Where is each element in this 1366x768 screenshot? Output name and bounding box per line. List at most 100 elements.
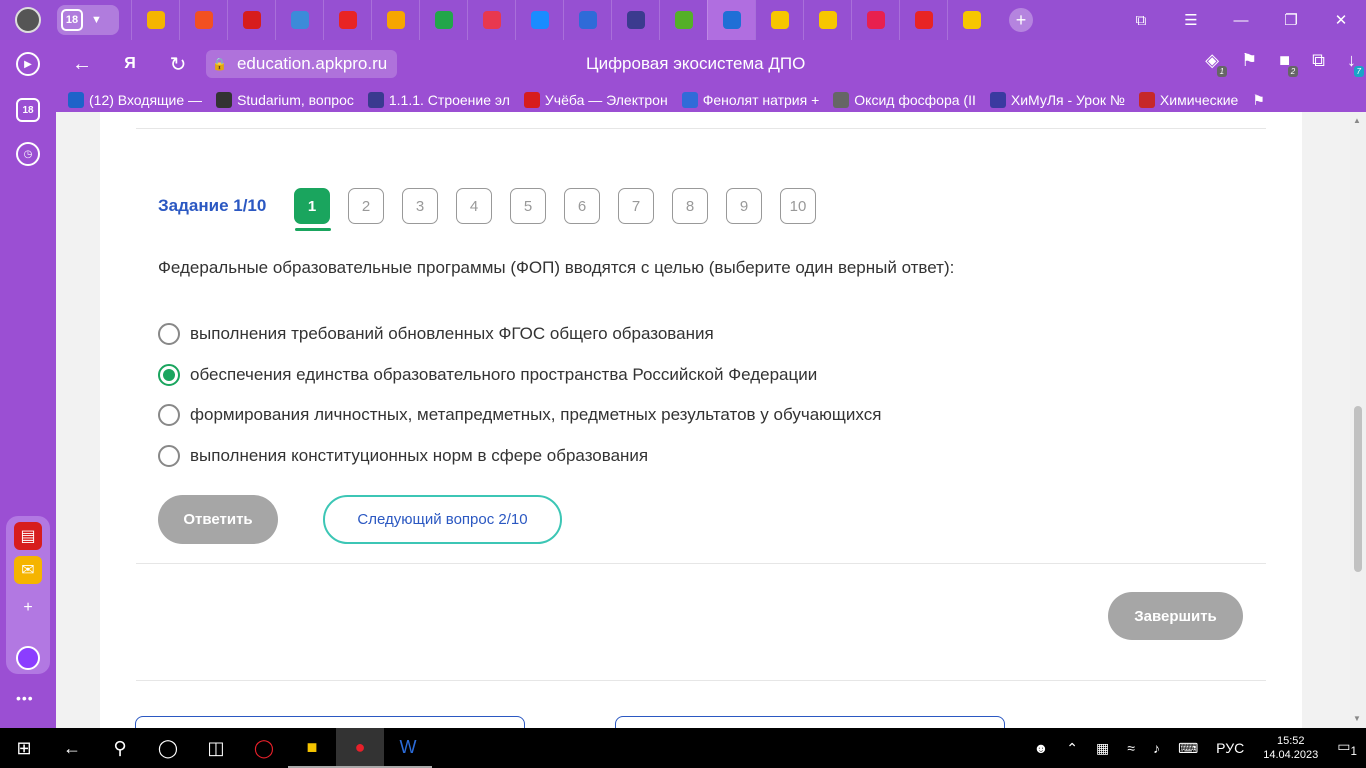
add-app-icon[interactable]: + bbox=[14, 594, 42, 622]
browser-tab[interactable] bbox=[755, 0, 803, 40]
notifications-icon[interactable]: ▭1 bbox=[1328, 738, 1366, 758]
bookmark-item[interactable]: (12) Входящие — bbox=[68, 92, 202, 108]
browser-tab[interactable] bbox=[899, 0, 947, 40]
scroll-up-icon[interactable]: ▲ bbox=[1353, 116, 1361, 125]
new-tab-button[interactable]: + bbox=[1009, 8, 1033, 32]
people-icon[interactable]: ☻ bbox=[1025, 740, 1058, 756]
radio-button[interactable] bbox=[158, 363, 180, 386]
browser-tab[interactable] bbox=[707, 0, 755, 40]
browser-tab[interactable] bbox=[803, 0, 851, 40]
question-number-button[interactable]: 8 bbox=[672, 188, 708, 224]
minimize-button[interactable]: — bbox=[1216, 0, 1266, 40]
question-number-button[interactable]: 10 bbox=[780, 188, 816, 224]
reload-icon[interactable]: ↻ bbox=[162, 52, 194, 77]
scroll-thumb[interactable] bbox=[1354, 406, 1362, 572]
question-number-button[interactable]: 6 bbox=[564, 188, 600, 224]
browser-tab[interactable] bbox=[275, 0, 323, 40]
keyboard-icon[interactable]: ⌨ bbox=[1169, 740, 1207, 757]
download-icon[interactable]: ↓ 7 bbox=[1347, 50, 1364, 77]
bookmark-item[interactable]: Учёба — Электрон bbox=[523, 92, 668, 108]
task-label: Задание 1/10 bbox=[158, 196, 267, 215]
browser-tab[interactable] bbox=[227, 0, 275, 40]
tabs-overview-icon[interactable]: ⧉ bbox=[1116, 0, 1166, 40]
answer-option[interactable]: обеспечения единства образовательного пр… bbox=[158, 355, 881, 396]
mail-app-icon[interactable]: ✉ bbox=[14, 556, 42, 584]
doc-app-icon[interactable]: ▤ bbox=[14, 522, 42, 550]
bookmark-item[interactable]: Химические bbox=[1138, 92, 1238, 108]
bookmark-item[interactable]: Studarium, вопрос bbox=[216, 92, 354, 108]
radio-button[interactable] bbox=[158, 323, 180, 346]
radio-button[interactable] bbox=[158, 444, 180, 467]
browser-tab[interactable] bbox=[611, 0, 659, 40]
play-icon[interactable]: ▶ bbox=[16, 52, 40, 76]
more-icon[interactable]: ••• bbox=[16, 690, 34, 706]
answer-option[interactable]: выполнения требований обновленных ФГОС о… bbox=[158, 314, 881, 355]
browser-tab[interactable] bbox=[419, 0, 467, 40]
radio-button[interactable] bbox=[158, 404, 180, 427]
question-number-button[interactable]: 3 bbox=[402, 188, 438, 224]
tab-count-button[interactable]: 18 ▼ bbox=[57, 5, 119, 35]
finish-button[interactable]: Завершить bbox=[1108, 592, 1243, 640]
book-icon bbox=[674, 11, 693, 29]
collections-icon[interactable]: ⧉ bbox=[1312, 50, 1325, 71]
clock[interactable]: 15:52 14.04.2023 bbox=[1253, 734, 1328, 762]
volume-icon[interactable]: ♪ bbox=[1144, 740, 1169, 756]
answer-option[interactable]: выполнения конституционных норм в сфере … bbox=[158, 436, 881, 477]
browser-tab[interactable] bbox=[947, 0, 995, 40]
browser-tab[interactable] bbox=[851, 0, 899, 40]
back-icon[interactable]: ← bbox=[66, 53, 98, 76]
close-button[interactable]: ✕ bbox=[1316, 0, 1366, 40]
back-icon[interactable]: ← bbox=[48, 728, 96, 768]
browser-tab[interactable] bbox=[563, 0, 611, 40]
browser-tab[interactable] bbox=[131, 0, 179, 40]
extension-icon[interactable]: ◈ 1 bbox=[1205, 50, 1228, 77]
question-number-button[interactable]: 4 bbox=[456, 188, 492, 224]
opera-icon[interactable]: ◯ bbox=[240, 728, 288, 768]
history-icon[interactable]: ◷ bbox=[16, 142, 40, 166]
wifi-icon[interactable]: ≈ bbox=[1118, 740, 1144, 756]
word-icon[interactable]: W bbox=[384, 728, 432, 768]
yandex-icon[interactable]: Я bbox=[114, 55, 146, 73]
scroll-down-icon[interactable]: ▼ bbox=[1353, 714, 1361, 723]
browser-tab[interactable] bbox=[659, 0, 707, 40]
security-icon[interactable]: ▦ bbox=[1087, 740, 1118, 757]
menu-icon[interactable]: ☰ bbox=[1166, 0, 1216, 40]
bookmark-icon[interactable]: ⚑ bbox=[1241, 50, 1257, 71]
file-explorer-icon[interactable]: ■ bbox=[288, 728, 336, 768]
bookmark-item[interactable]: Фенолят натрия + bbox=[681, 92, 819, 108]
question-number-button[interactable]: 5 bbox=[510, 188, 546, 224]
answer-button[interactable]: Ответить bbox=[158, 495, 278, 544]
cortana-icon[interactable]: ◯ bbox=[144, 728, 192, 768]
browser-tab[interactable] bbox=[467, 0, 515, 40]
bookmark-item[interactable]: Оксид фосфора (II bbox=[833, 92, 976, 108]
question-number-button[interactable]: 7 bbox=[618, 188, 654, 224]
browser-tab[interactable] bbox=[515, 0, 563, 40]
bookmark-item[interactable]: ХиМуЛя - Урок № bbox=[989, 92, 1125, 108]
flag-icon[interactable]: ⚑ bbox=[1252, 92, 1265, 109]
next-question-button[interactable]: Следующий вопрос 2/10 bbox=[323, 495, 562, 544]
question-number-button[interactable]: 2 bbox=[348, 188, 384, 224]
windows-start-icon[interactable]: ⊞ bbox=[0, 728, 48, 768]
browser-tab[interactable] bbox=[371, 0, 419, 40]
chevron-up-icon[interactable]: ⌃ bbox=[1057, 740, 1087, 757]
shield-icon[interactable]: ■ 2 bbox=[1279, 50, 1299, 77]
tab-count-icon[interactable]: 18 bbox=[16, 98, 40, 122]
bookmark-item[interactable]: 1.1.1. Строение эл bbox=[367, 92, 510, 108]
task-view-icon[interactable]: ◫ bbox=[192, 728, 240, 768]
question-number-button[interactable]: 9 bbox=[726, 188, 762, 224]
yandex-browser-icon[interactable]: ● bbox=[336, 728, 384, 768]
profile-avatar[interactable] bbox=[15, 7, 41, 33]
search-icon[interactable]: ⚲ bbox=[96, 728, 144, 768]
browser-tab[interactable] bbox=[179, 0, 227, 40]
language-indicator[interactable]: РУС bbox=[1207, 740, 1253, 756]
a-icon bbox=[578, 11, 597, 29]
answer-option[interactable]: формирования личностных, метапредметных,… bbox=[158, 395, 881, 436]
address-bar[interactable]: 🔒 education.apkpro.ru bbox=[206, 50, 398, 78]
bookmark-favicon-icon bbox=[833, 92, 850, 108]
url-text: education.apkpro.ru bbox=[236, 54, 388, 73]
browser-tab[interactable] bbox=[323, 0, 371, 40]
alice-assistant-icon[interactable] bbox=[16, 646, 40, 670]
scrollbar[interactable]: ▲ ▼ bbox=[1350, 112, 1366, 728]
maximize-button[interactable]: ❐ bbox=[1266, 0, 1316, 40]
question-number-button[interactable]: 1 bbox=[294, 188, 331, 231]
